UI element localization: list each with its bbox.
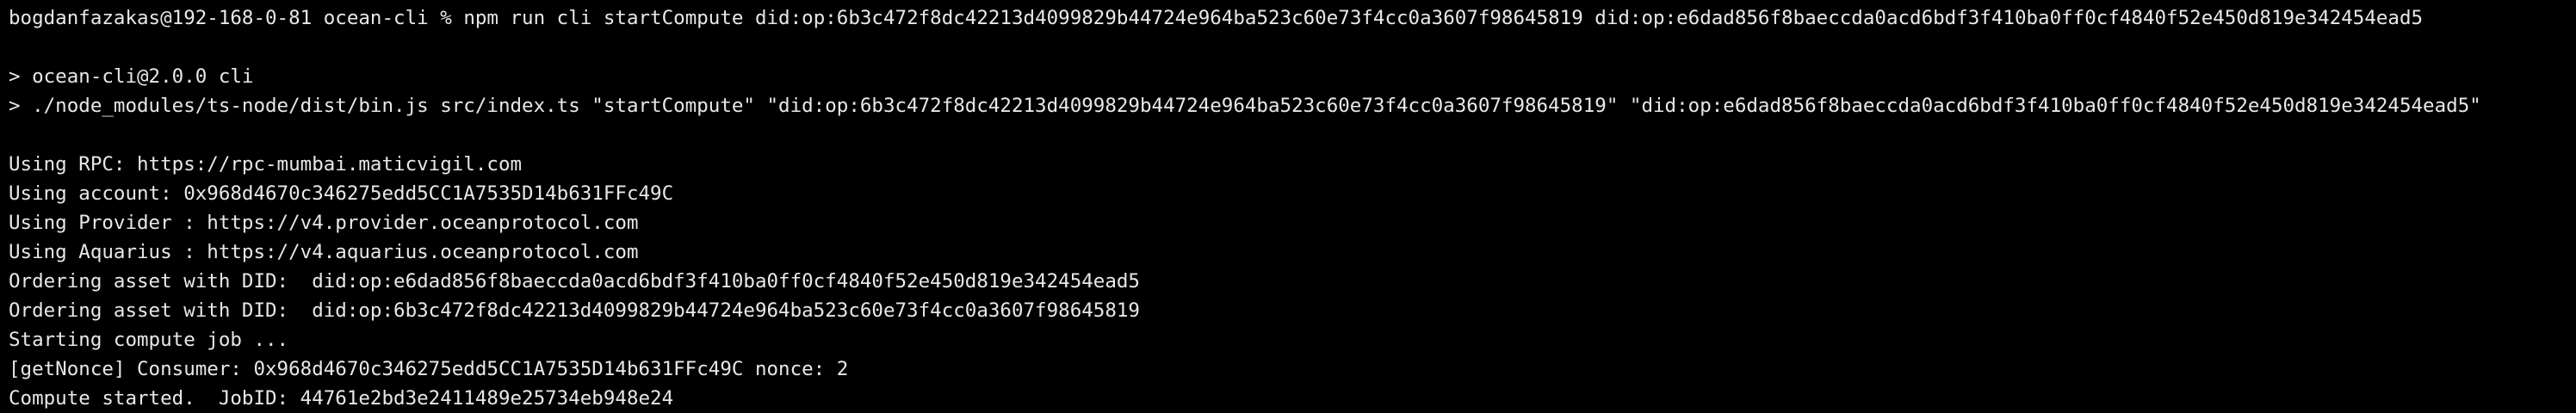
command-text[interactable]: npm run cli startCompute did:op:6b3c472f… (463, 7, 2423, 29)
command-prompt-line: bogdanfazakas@192-168-0-81 ocean-cli % n… (9, 3, 2576, 33)
output-line-account: Using account: 0x968d4670c346275edd5CC1A… (9, 182, 674, 205)
prompt-directory: ocean-cli (323, 7, 429, 29)
output-line-rpc: Using RPC: https://rpc-mumbai.maticvigil… (9, 153, 523, 176)
output-line-starting-job: Starting compute job ... (9, 329, 289, 351)
output-line-order-algorithm: Ordering asset with DID: did:op:6b3c472f… (9, 299, 1140, 322)
npm-script-name-line: > ocean-cli@2.0.0 cli (9, 65, 254, 88)
prompt-user-host: bogdanfazakas@192-168-0-81 (9, 7, 313, 29)
output-line-compute-started: Compute started. JobID: 44761e2bd3e24114… (9, 387, 674, 410)
prompt-symbol: % (440, 7, 452, 29)
output-line-order-dataset: Ordering asset with DID: did:op:e6dad856… (9, 270, 1140, 293)
output-line-provider: Using Provider : https://v4.provider.oce… (9, 212, 639, 234)
terminal-window[interactable]: bogdanfazakas@192-168-0-81 ocean-cli % n… (0, 0, 2576, 410)
npm-script-exec-line: > ./node_modules/ts-node/dist/bin.js src… (9, 95, 2481, 117)
output-line-get-nonce: [getNonce] Consumer: 0x968d4670c346275ed… (9, 358, 849, 380)
output-line-aquarius: Using Aquarius : https://v4.aquarius.oce… (9, 241, 639, 263)
